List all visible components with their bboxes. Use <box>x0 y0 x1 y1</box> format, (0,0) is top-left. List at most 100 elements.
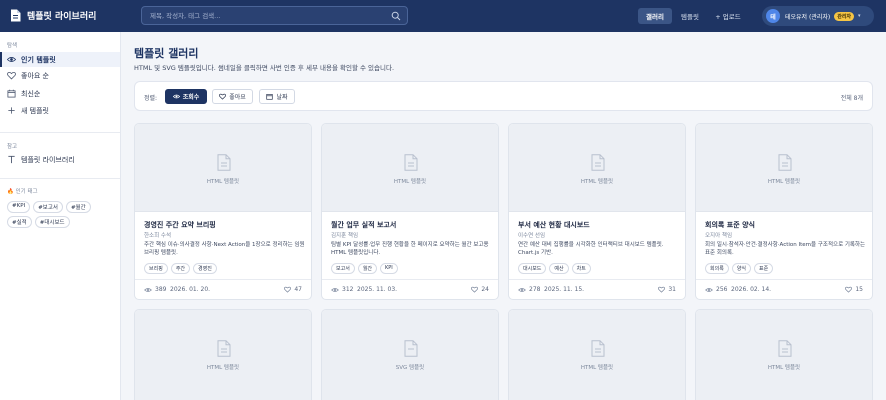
eye-icon <box>705 287 713 292</box>
sidebar-divider <box>0 132 120 133</box>
card-tags: 대시보드 예산 차트 <box>518 263 591 274</box>
card-thumbnail[interactable]: SVG 템플릿 <box>322 310 498 400</box>
tag-chip[interactable]: #보고서 <box>33 201 63 213</box>
sidebar-item-label: 템플릿 라이브러리 <box>21 155 75 164</box>
thumbnail-label: HTML 템플릿 <box>767 179 801 185</box>
card-title: 월간 업무 실적 보고서 <box>331 221 397 229</box>
card-author: 오지아 책임 <box>705 233 733 239</box>
template-card[interactable]: HTML 템플릿 <box>695 309 873 400</box>
card-likes[interactable]: 47 <box>284 286 302 293</box>
file-icon <box>778 340 792 357</box>
card-thumbnail[interactable]: HTML 템플릿 <box>696 124 872 212</box>
template-card[interactable]: HTML 템플릿 <box>134 309 312 400</box>
text-icon <box>8 155 15 164</box>
thumbnail-label: HTML 템플릿 <box>767 365 801 371</box>
search-box <box>141 6 408 25</box>
avatar: 테 <box>766 9 780 23</box>
sidebar-item-popular[interactable]: 인기 템플릿 <box>0 52 120 67</box>
sidebar-item-library[interactable]: 템플릿 라이브러리 <box>0 152 120 167</box>
card-tag[interactable]: 보고서 <box>331 263 355 274</box>
card-divider <box>696 279 872 280</box>
template-card[interactable]: HTML 템플릿 경영진 주간 요약 브리핑 한소희 수석 주간 핵심 이슈·의… <box>134 123 312 300</box>
sort-likes-button[interactable]: 좋아요 <box>212 89 253 104</box>
nav-templates[interactable]: 템플릿 <box>676 8 704 24</box>
sort-views-button[interactable]: 조회수 <box>165 89 207 104</box>
card-tag[interactable]: 경영진 <box>193 263 217 274</box>
search-icon[interactable] <box>391 11 401 21</box>
card-date: 2026. 02. 14. <box>731 286 772 293</box>
card-thumbnail[interactable]: HTML 템플릿 <box>322 124 498 212</box>
user-menu[interactable]: 테 테오유저 (관리자) 관리자 ▾ <box>762 6 874 26</box>
card-date: 2025. 11. 03. <box>357 286 398 293</box>
template-card[interactable]: HTML 템플릿 <box>508 309 686 400</box>
view-count: 278 <box>529 286 541 293</box>
card-description: 연간 예산 대비 집행률을 시각화한 인터랙티브 대시보드 템플릿. Chart… <box>518 242 664 256</box>
card-divider <box>135 279 311 280</box>
card-thumbnail[interactable]: HTML 템플릿 <box>509 310 685 400</box>
sidebar-divider <box>0 178 120 179</box>
template-card[interactable]: HTML 템플릿 부서 예산 현황 대시보드 이수연 선임 연간 예산 대비 집… <box>508 123 686 300</box>
heart-icon <box>471 286 479 293</box>
file-icon <box>217 340 231 357</box>
thumbnail-label: HTML 템플릿 <box>580 179 614 185</box>
sidebar-item-latest[interactable]: 최신순 <box>0 86 120 101</box>
like-count: 31 <box>668 286 676 293</box>
card-tag[interactable]: 주간 <box>170 263 191 274</box>
top-header: 템플릿 라이브러리 갤러리 템플릿 + 업로드 테 테오유저 (관리자) 관리자… <box>0 0 886 32</box>
card-tag[interactable]: 회의록 <box>705 263 729 274</box>
card-date: 2026. 01. 20. <box>170 286 211 293</box>
tag-chip[interactable]: #월간 <box>65 201 91 213</box>
eye-icon <box>518 287 526 292</box>
card-tag[interactable]: KPI <box>380 263 398 274</box>
document-logo-icon <box>11 9 21 22</box>
tag-chip[interactable]: #실적 <box>7 216 32 228</box>
search-input[interactable] <box>142 7 407 24</box>
tag-chip[interactable]: #대시보드 <box>34 216 70 228</box>
card-thumbnail[interactable]: HTML 템플릿 <box>135 124 311 212</box>
card-tags: 브리핑 주간 경영진 <box>144 263 217 274</box>
page-title: 템플릿 갤러리 <box>134 47 199 60</box>
card-tag[interactable]: 표준 <box>754 263 774 274</box>
tag-chip[interactable]: #KPI <box>7 201 31 213</box>
card-views: 389 <box>144 286 166 293</box>
template-card[interactable]: SVG 템플릿 <box>321 309 499 400</box>
card-tag[interactable]: 양식 <box>731 263 752 274</box>
card-tag[interactable]: 대시보드 <box>518 263 547 274</box>
template-card[interactable]: HTML 템플릿 월간 업무 실적 보고서 김지훈 책임 팀별 KPI 달성률·… <box>321 123 499 300</box>
eye-icon <box>144 287 152 292</box>
sidebar-item-label: 인기 템플릿 <box>21 55 56 64</box>
template-card[interactable]: HTML 템플릿 회의록 표준 양식 오지아 책임 회의 일시·참석자·안건·결… <box>695 123 873 300</box>
sort-date-button[interactable]: 날짜 <box>259 89 295 104</box>
card-tags: 회의록 양식 표준 <box>705 263 774 274</box>
card-likes[interactable]: 31 <box>658 286 676 293</box>
nav-gallery[interactable]: 갤러리 <box>638 8 672 24</box>
thumbnail-label: HTML 템플릿 <box>206 365 240 371</box>
plus-icon <box>8 107 15 114</box>
brand[interactable]: 템플릿 라이브러리 <box>10 9 96 22</box>
section-label-explore: 탐색 <box>7 43 18 49</box>
heart-icon <box>7 71 16 80</box>
calendar-icon <box>7 89 16 98</box>
user-name: 테오유저 (관리자) <box>785 13 831 21</box>
card-tags: 보고서 월간 KPI <box>331 263 398 274</box>
total-count: 전체 8개 <box>840 95 863 102</box>
upload-button[interactable]: + 업로드 <box>710 8 746 24</box>
view-count: 389 <box>155 286 167 293</box>
card-thumbnail[interactable]: HTML 템플릿 <box>509 124 685 212</box>
card-tag[interactable]: 예산 <box>549 263 569 274</box>
card-likes[interactable]: 24 <box>471 286 489 293</box>
file-icon <box>591 340 605 357</box>
sidebar-item-likes[interactable]: 좋아요 순 <box>0 68 120 83</box>
card-thumbnail[interactable]: HTML 템플릿 <box>135 310 311 400</box>
thumbnail-label: HTML 템플릿 <box>580 365 614 371</box>
card-likes[interactable]: 15 <box>845 286 863 293</box>
card-thumbnail[interactable]: HTML 템플릿 <box>696 310 872 400</box>
sort-bar: 정렬: 조회수 좋아요 날짜 전체 8개 <box>134 81 873 111</box>
sidebar-item-new[interactable]: 새 템플릿 <box>0 103 120 118</box>
card-description: 주간 핵심 이슈·의사결정 사항·Next Action을 1장으로 정리하는 … <box>144 242 305 256</box>
card-tag[interactable]: 월간 <box>357 263 378 274</box>
card-tag[interactable]: 브리핑 <box>144 263 168 274</box>
card-tag[interactable]: 차트 <box>571 263 591 274</box>
card-date: 2025. 11. 15. <box>544 286 585 293</box>
file-icon <box>217 154 231 171</box>
